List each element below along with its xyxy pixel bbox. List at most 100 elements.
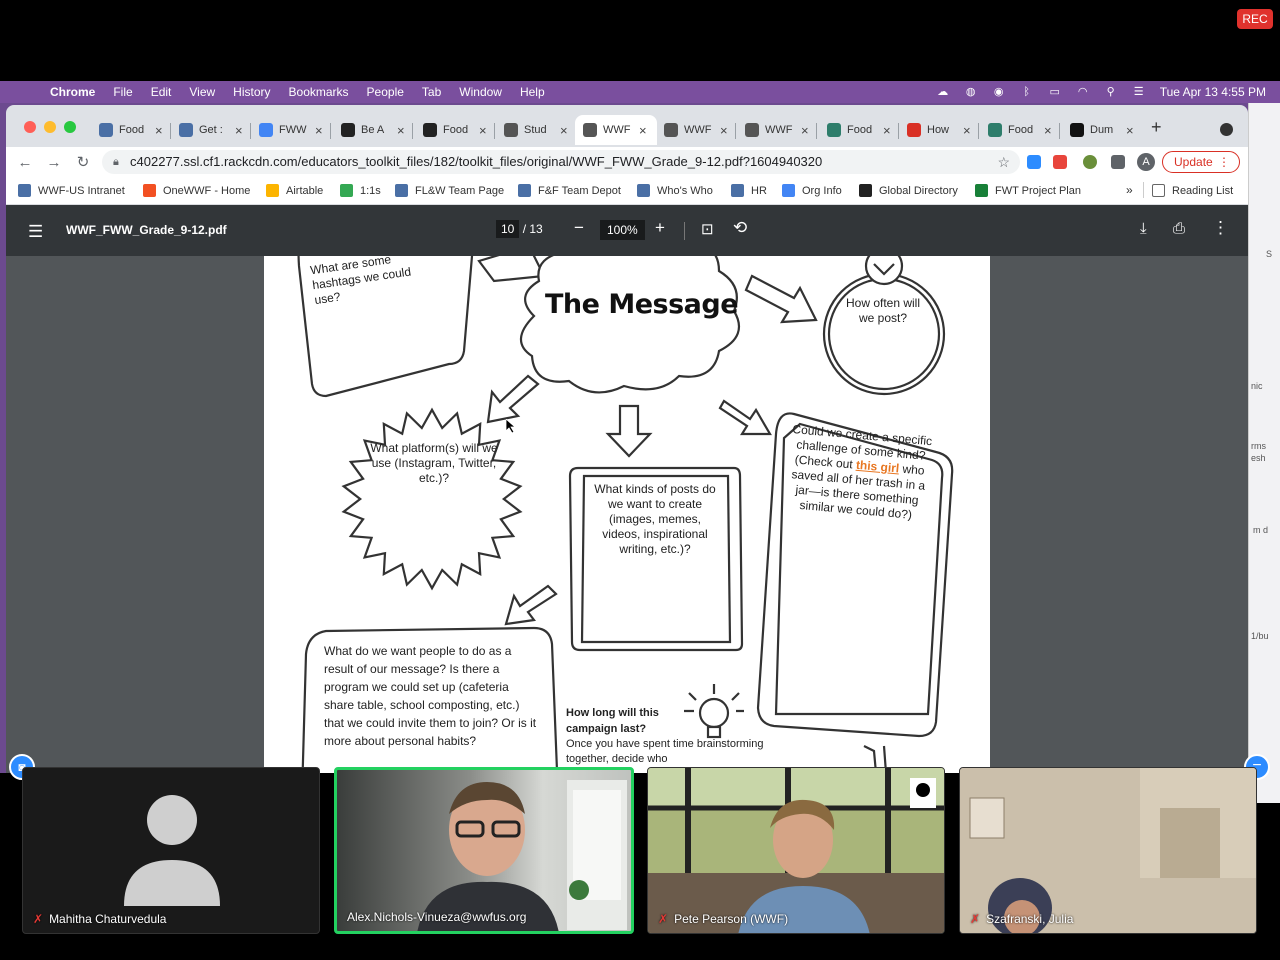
fit-page-icon[interactable]: ⊡ [701,220,714,238]
menu-tab[interactable]: Tab [422,85,441,99]
battery-icon[interactable]: ▭ [1048,86,1062,98]
bookmark-item[interactable]: WWF-US Intranet [18,184,125,197]
tab-close-icon[interactable]: × [235,123,243,138]
play-icon[interactable]: ◉ [992,86,1006,98]
new-tab-button[interactable]: + [1151,117,1162,138]
tab-7[interactable]: WWF × [656,115,734,145]
arrow-to-clock [744,274,818,324]
menu-file[interactable]: File [113,85,132,99]
participant-tile[interactable]: ✗ Pete Pearson (WWF) [647,767,945,934]
tab-close-icon[interactable]: × [720,123,728,138]
participant-name: ✗ Pete Pearson (WWF) [658,912,789,926]
tab-close-icon[interactable]: × [315,123,323,138]
bookmark-item[interactable]: Who's Who [637,184,713,197]
tab-5[interactable]: Stud × [496,115,574,145]
rotate-icon[interactable]: ⟲ [733,218,747,238]
pdf-extension-icon[interactable] [1053,155,1067,169]
reload-button[interactable]: ↻ [73,153,93,171]
menu-hamburger-icon[interactable]: ☰ [28,222,43,242]
minimize-window-button[interactable] [44,121,56,133]
tab-0[interactable]: Food × [91,115,169,145]
menu-people[interactable]: People [367,85,404,99]
zoom-level-input[interactable]: 100% [600,220,645,240]
address-bar[interactable]: 🔒︎ c402277.ssl.cf1.rackcdn.com/educators… [102,150,1020,174]
tab-4[interactable]: Food × [415,115,493,145]
menu-app-name[interactable]: Chrome [50,85,95,99]
tab-2[interactable]: FWW × [251,115,329,145]
avatar-placeholder-icon [124,795,220,906]
bookmark-item[interactable]: F&F Team Depot [518,184,621,197]
tab-close-icon[interactable]: × [883,123,891,138]
bookmark-favicon-icon [975,184,988,197]
menu-edit[interactable]: Edit [151,85,172,99]
recording-badge: REC [1237,9,1273,29]
menu-window[interactable]: Window [459,85,502,99]
control-center-icon[interactable]: ☰ [1132,86,1146,98]
participant-tile[interactable]: ✗ Szafranski, Julia [959,767,1257,934]
bookmark-star-icon[interactable]: ☆ [997,150,1010,174]
tab-close-icon[interactable]: × [560,123,568,138]
print-icon[interactable]: ⎙ [1173,220,1185,237]
forward-button[interactable]: → [44,154,64,171]
tab-1[interactable]: Get : × [171,115,249,145]
tab-10[interactable]: How × [899,115,977,145]
zoom-out-button[interactable]: − [574,218,584,238]
menu-view[interactable]: View [189,85,215,99]
bookmark-item[interactable]: FWT Project Plan [975,184,1081,197]
tab-close-icon[interactable]: × [801,123,809,138]
spotlight-icon[interactable]: ⚲ [1104,86,1118,98]
tab-close-icon[interactable]: × [397,123,405,138]
participant-tile[interactable]: ✗ Mahitha Chaturvedula [22,767,320,934]
tab-separator [494,123,495,139]
tab-close-icon[interactable]: × [155,123,163,138]
menu-history[interactable]: History [233,85,270,99]
globe-icon[interactable]: ◍ [964,86,978,98]
page-number-input[interactable]: 10 [496,220,520,238]
zoom-window-button[interactable] [64,121,76,133]
b-icon [907,123,921,137]
close-window-button[interactable] [24,121,36,133]
leaf-extension-icon[interactable] [1083,155,1097,169]
reading-list-button[interactable]: Reading List [1152,184,1233,197]
more-options-icon[interactable]: ⋮ [1212,218,1229,238]
menu-help[interactable]: Help [520,85,545,99]
zoom-in-button[interactable]: + [655,218,665,238]
tab-8[interactable]: WWF × [737,115,815,145]
tab-close-icon[interactable]: × [1126,123,1134,138]
profile-avatar[interactable]: A [1137,153,1155,171]
update-button[interactable]: Update ⋮ [1162,151,1240,173]
bookmark-item[interactable]: FL&W Team Page [395,184,504,197]
menubar-clock[interactable]: Tue Apr 13 4:55 PM [1160,85,1266,99]
bookmark-item[interactable]: 1:1s [340,184,381,197]
tab-close-icon[interactable]: × [479,123,487,138]
bookmark-item[interactable]: Airtable [266,184,323,197]
tab-search-icon[interactable] [1220,123,1233,136]
tab-3[interactable]: Be A × [333,115,411,145]
tab-label: Get : [199,124,223,136]
tab-close-icon[interactable]: × [1044,123,1052,138]
bookmark-item[interactable]: Org Info [782,184,842,197]
bookmarks-overflow-button[interactable]: » [1126,183,1133,197]
lock-icon[interactable]: 🔒︎ [113,150,119,174]
download-icon[interactable]: ⤓ [1140,220,1147,237]
wifi-icon[interactable]: ◠ [1076,86,1090,98]
bookmark-item[interactable]: OneWWF - Home [143,184,250,197]
zoom-extension-icon[interactable] [1027,155,1041,169]
bookmark-item[interactable]: Global Directory [859,184,958,197]
image-icon [827,123,841,137]
tab-close-icon[interactable]: × [639,123,647,138]
tab-12[interactable]: Dum × [1062,115,1140,145]
extensions-puzzle-icon[interactable] [1111,155,1125,169]
tab-close-icon[interactable]: × [963,123,971,138]
back-button[interactable]: ← [15,154,35,171]
tab-6[interactable]: WWF × [575,115,657,145]
menu-bookmarks[interactable]: Bookmarks [289,85,349,99]
tab-label: Food [443,124,469,136]
bookmark-item[interactable]: HR [731,184,767,197]
participant-tile-active-speaker[interactable]: Alex.Nichols-Vinueza@wwfus.org [334,767,634,934]
tab-11[interactable]: Food × [980,115,1058,145]
bluetooth-icon[interactable]: ᛒ [1020,86,1034,98]
tab-9[interactable]: Food × [819,115,897,145]
muted-mic-icon: ✗ [33,912,44,926]
cloud-icon[interactable]: ☁ [936,86,950,98]
